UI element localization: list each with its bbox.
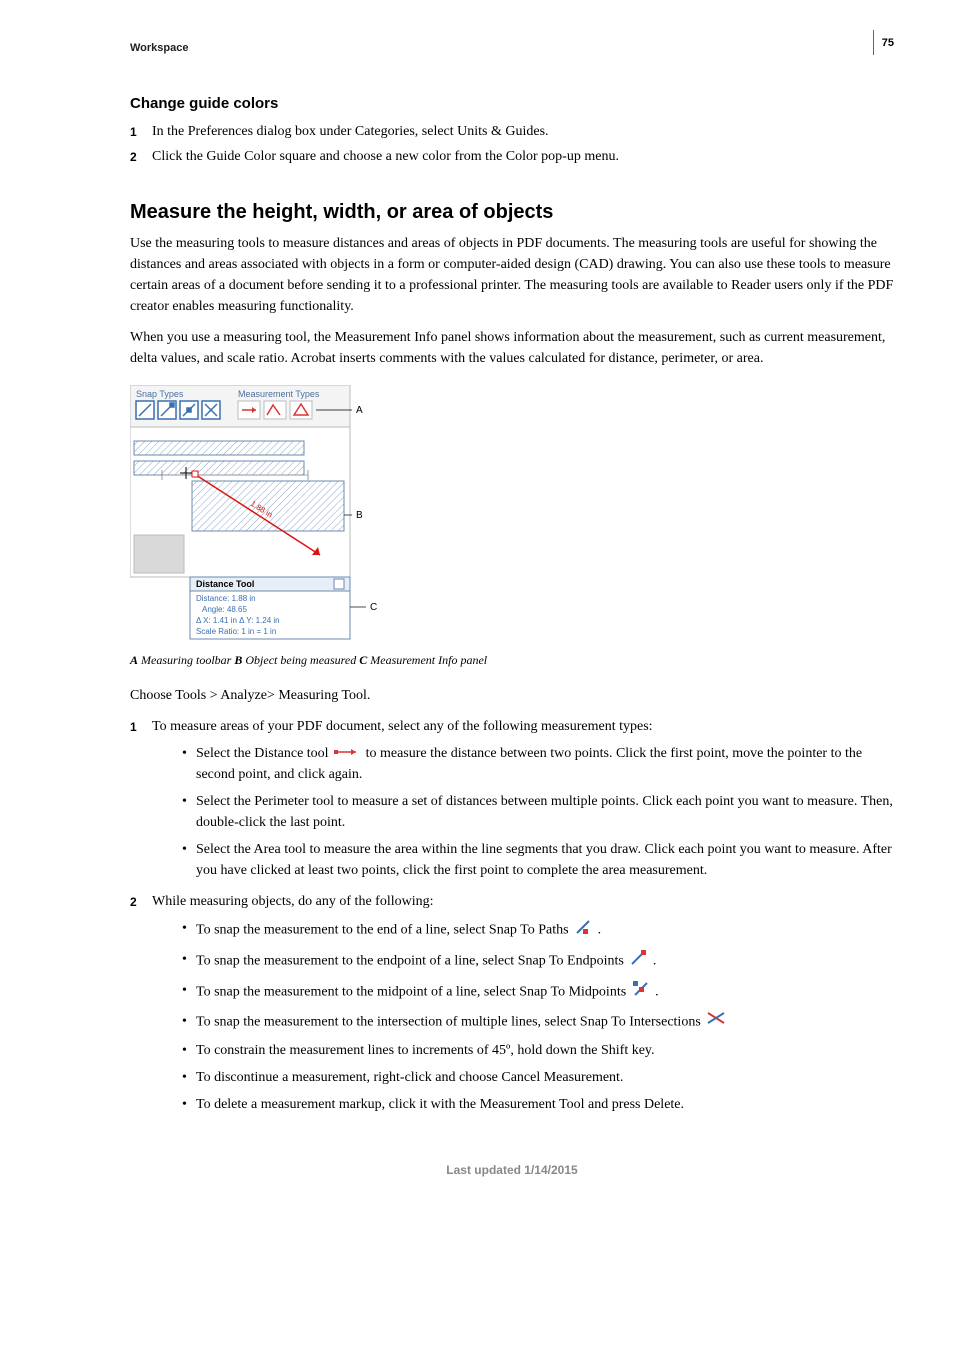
figure-caption: A Measuring toolbar B Object being measu…: [130, 651, 894, 669]
step-1: 1In the Preferences dialog box under Cat…: [130, 121, 894, 142]
svg-text:Distance Tool: Distance Tool: [196, 579, 254, 589]
measurement-type-icons: [238, 401, 312, 419]
heading-change-guide-colors: Change guide colors: [130, 93, 894, 116]
snap-to-intersections-icon: [706, 1011, 726, 1034]
paragraph: Choose Tools > Analyze> Measuring Tool.: [130, 685, 894, 706]
svg-text:Δ X: 1.41 in Δ Y: 1.24 in: Δ X: 1.41 in Δ Y: 1.24 in: [196, 616, 280, 625]
list-item: To snap the measurement to the midpoint …: [182, 980, 894, 1005]
page-footer: Last updated 1/14/2015: [130, 1161, 894, 1179]
page-header: Workspace 75: [130, 40, 894, 57]
list-item: Select the Perimeter tool to measure a s…: [182, 791, 894, 833]
breadcrumb: Workspace: [130, 40, 189, 57]
heading-measure-objects: Measure the height, width, or area of ob…: [130, 197, 894, 227]
list-item: Select the Distance tool to measure the …: [182, 743, 894, 785]
step-2: 2Click the Guide Color square and choose…: [130, 146, 894, 167]
snap-to-paths-icon: [574, 918, 592, 943]
distance-tool-icon: [334, 743, 360, 764]
svg-text:B: B: [356, 510, 363, 521]
steps-measure: 1 To measure areas of your PDF document,…: [130, 716, 894, 1121]
svg-text:Scale Ratio: 1 in = 1 in: Scale Ratio: 1 in = 1 in: [196, 627, 276, 636]
list-item: To delete a measurement markup, click it…: [182, 1094, 894, 1115]
snap-types-label: Snap Types: [136, 389, 184, 399]
steps-change-guide-colors: 1In the Preferences dialog box under Cat…: [130, 121, 894, 167]
svg-text:C: C: [370, 602, 377, 613]
page-number: 75: [882, 37, 894, 49]
figure-measuring-tools: Snap Types Measurement Types A 1.88 in B…: [130, 385, 894, 645]
measurement-types-label: Measurement Types: [238, 389, 320, 399]
snap-to-midpoints-icon: [632, 980, 650, 1005]
page-number-wrap: 75: [873, 30, 894, 55]
list-item: Select the Area tool to measure the area…: [182, 839, 894, 881]
snap-to-endpoints-icon: [629, 949, 647, 974]
list-item: To snap the measurement to the endpoint …: [182, 949, 894, 974]
list-item: To snap the measurement to the end of a …: [182, 918, 894, 943]
svg-text:Angle: 48.65: Angle: 48.65: [202, 605, 247, 614]
list-item: To discontinue a measurement, right-clic…: [182, 1067, 894, 1088]
step-2: 2 While measuring objects, do any of the…: [130, 891, 894, 1121]
svg-text:Distance: 1.88 in: Distance: 1.88 in: [196, 594, 256, 603]
svg-text:A: A: [356, 405, 363, 416]
step-1: 1 To measure areas of your PDF document,…: [130, 716, 894, 887]
list-item: To constrain the measurement lines to in…: [182, 1040, 894, 1061]
list-item: To snap the measurement to the intersect…: [182, 1011, 894, 1034]
paragraph: When you use a measuring tool, the Measu…: [130, 327, 894, 369]
paragraph: Use the measuring tools to measure dista…: [130, 233, 894, 317]
